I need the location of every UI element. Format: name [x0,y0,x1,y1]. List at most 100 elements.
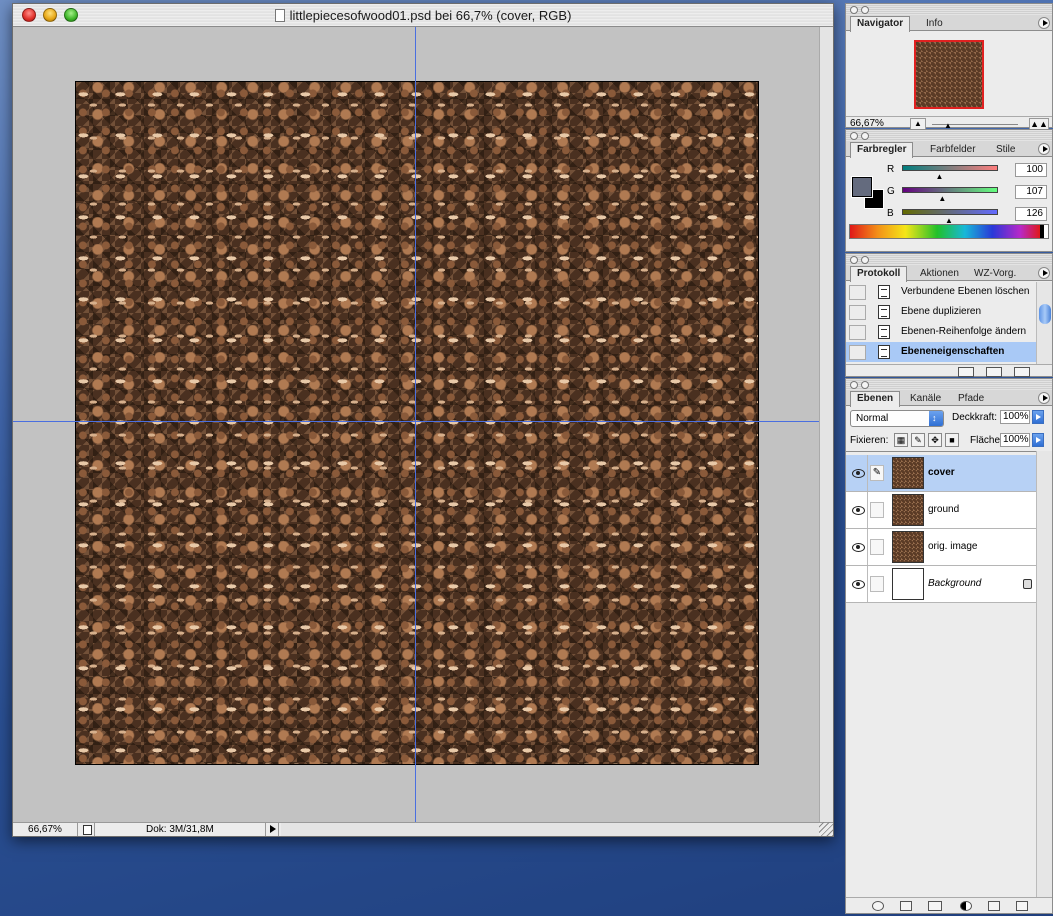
new-document-from-state-icon[interactable] [958,367,974,377]
palette-column: Navigator Info 66,67% ▲ ▲ ▲▲ Farbregler … [845,0,1053,916]
palette-close-icon[interactable] [850,381,858,389]
visibility-eye-icon[interactable] [848,529,868,565]
opacity-slider-arrow-icon[interactable] [1032,410,1044,424]
document-info-icon[interactable] [77,823,95,836]
add-mask-icon[interactable] [900,901,912,911]
layer-name: Background [928,578,982,589]
lock-image-brush-icon[interactable]: ✎ [911,433,925,447]
history-item[interactable]: Ebene duplizieren [846,302,1036,322]
layer-link-box[interactable] [870,539,884,555]
tab-ebenen[interactable]: Ebenen [850,391,901,407]
active-layer-brush-icon[interactable]: ✎ [870,465,884,481]
document-titlebar[interactable]: littlepiecesofwood01.psd bei 66,7% (cove… [13,4,833,27]
status-menu-arrow-icon[interactable] [265,823,279,836]
layer-row-ground[interactable]: ground [846,492,1036,529]
tab-kanaele[interactable]: Kanäle [904,392,947,406]
document-window[interactable]: littlepiecesofwood01.psd bei 66,7% (cove… [12,3,834,837]
lock-all-icon[interactable]: ■ [945,433,959,447]
blue-channel-label: B [887,208,894,219]
canvas-area[interactable] [13,27,819,822]
palette-close-icon[interactable] [850,132,858,140]
red-channel-slider[interactable] [902,165,998,171]
tab-stile[interactable]: Stile [990,143,1021,157]
navigator-thumbnail[interactable] [914,40,984,109]
new-layer-icon[interactable] [988,901,1000,911]
history-scrollbar[interactable] [1036,282,1052,364]
navigator-zoom-field[interactable]: 66,67% [850,118,906,129]
palette-collapse-icon[interactable] [861,6,869,14]
palette-header[interactable] [846,130,1052,141]
palette-header[interactable] [846,379,1052,390]
tab-farbregler[interactable]: Farbregler [850,142,914,158]
adjustment-layer-icon[interactable] [960,901,972,911]
fill-slider-arrow-icon[interactable] [1032,433,1044,447]
canvas-image[interactable] [75,81,759,765]
foreground-color-swatch[interactable] [851,176,873,198]
color-palette: Farbregler Farbfelder Stile R ▲ 100 G ▲ … [845,129,1053,252]
tab-farbfelder[interactable]: Farbfelder [924,143,982,157]
history-source-box[interactable] [849,285,866,300]
tab-wz-vorg[interactable]: WZ-Vorg. [968,267,1022,281]
vertical-scrollbar[interactable] [819,27,833,822]
history-source-box[interactable] [849,325,866,340]
status-zoom-field[interactable]: 66,67% [13,824,77,835]
select-arrows-icon [929,411,943,426]
horizontal-guide[interactable] [13,421,819,422]
palette-close-icon[interactable] [850,6,858,14]
green-channel-label: G [887,186,895,197]
lock-transparency-icon[interactable]: ▦ [894,433,908,447]
tab-protokoll[interactable]: Protokoll [850,266,908,282]
blend-mode-select[interactable]: Normal [850,410,944,427]
green-channel-slider[interactable] [902,187,998,193]
layer-row-background[interactable]: Background [846,566,1036,603]
palette-collapse-icon[interactable] [861,381,869,389]
red-slider-thumb[interactable]: ▲ [935,173,943,181]
palette-menu-icon[interactable] [1038,267,1050,279]
palette-close-icon[interactable] [850,256,858,264]
blue-channel-slider[interactable] [902,209,998,215]
history-item[interactable]: Ebenen-Reihenfolge ändern [846,322,1036,342]
palette-menu-icon[interactable] [1038,392,1050,404]
lock-position-move-icon[interactable]: ✥ [928,433,942,447]
red-channel-label: R [887,164,895,175]
tab-info[interactable]: Info [920,17,949,31]
history-scroll-thumb[interactable] [1039,304,1051,324]
palette-header[interactable] [846,254,1052,265]
new-layer-set-folder-icon[interactable] [928,901,942,911]
visibility-eye-icon[interactable] [848,566,868,602]
new-snapshot-camera-icon[interactable] [986,367,1002,377]
document-title: littlepiecesofwood01.psd bei 66,7% (cove… [13,8,833,23]
history-source-box[interactable] [849,305,866,320]
history-item[interactable]: Verbundene Ebenen löschen [846,282,1036,302]
blue-value-field[interactable]: 126 [1015,207,1047,221]
palette-header[interactable] [846,4,1052,15]
horizontal-scrollbar[interactable] [281,823,819,836]
history-source-box[interactable] [849,345,866,360]
red-value-field[interactable]: 100 [1015,163,1047,177]
palette-collapse-icon[interactable] [861,256,869,264]
history-item-active[interactable]: Ebeneneigenschaften [846,342,1036,362]
visibility-eye-icon[interactable] [848,492,868,528]
tab-aktionen[interactable]: Aktionen [914,267,965,281]
tab-navigator[interactable]: Navigator [850,16,911,32]
layer-style-icon[interactable] [872,901,884,911]
resize-grip-icon[interactable] [819,822,833,836]
fill-field[interactable]: 100% [1000,433,1030,447]
delete-layer-trash-icon[interactable] [1016,901,1028,911]
palette-menu-icon[interactable] [1038,143,1050,155]
opacity-field[interactable]: 100% [1000,410,1030,424]
tab-pfade[interactable]: Pfade [952,392,990,406]
palette-collapse-icon[interactable] [861,132,869,140]
palette-menu-icon[interactable] [1038,17,1050,29]
layer-row-cover[interactable]: ✎ cover [846,455,1036,492]
vertical-guide[interactable] [415,27,416,822]
green-slider-thumb[interactable]: ▲ [938,195,946,203]
color-spectrum-bar[interactable] [849,224,1049,239]
layer-row-orig-image[interactable]: orig. image [846,529,1036,566]
green-value-field[interactable]: 107 [1015,185,1047,199]
layers-scrollbar[interactable] [1036,451,1052,897]
layer-link-box[interactable] [870,502,884,518]
layer-link-box[interactable] [870,576,884,592]
delete-state-trash-icon[interactable] [1014,367,1030,377]
visibility-eye-icon[interactable] [848,455,868,491]
